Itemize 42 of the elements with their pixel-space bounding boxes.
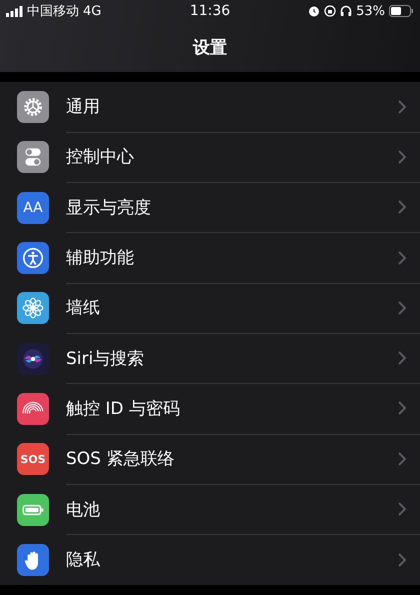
- settings-row[interactable]: 触控 ID 与密码: [0, 384, 420, 434]
- settings-row[interactable]: 墙纸: [0, 283, 420, 334]
- row-label: 显示与亮度: [66, 196, 152, 219]
- app-icon: SOS: [17, 443, 49, 476]
- row-label: Siri与搜索: [66, 348, 146, 370]
- chevron-icon: [398, 300, 406, 315]
- row-label: 电池: [66, 498, 101, 521]
- chevron-icon: [398, 552, 406, 567]
- screen-title: 设置: [193, 36, 227, 58]
- headphones-icon: [340, 5, 352, 17]
- rotation-lock-icon: [324, 5, 336, 17]
- chevron-icon: [398, 401, 406, 416]
- chevron-icon: [398, 502, 406, 516]
- network-type: 4G: [83, 4, 102, 18]
- carrier-name: 中国移动: [27, 3, 79, 20]
- settings-row[interactable]: 通用: [0, 82, 420, 132]
- signal-icon: [6, 6, 23, 16]
- settings-row[interactable]: SOS SOS 紧急联络: [0, 434, 420, 484]
- status-time: 11:36: [190, 3, 230, 19]
- chevron-icon: [398, 351, 406, 366]
- chevron-icon: [398, 452, 406, 466]
- row-label: 控制中心: [66, 146, 135, 168]
- chevron-icon: [398, 250, 406, 265]
- alarm-icon: [308, 5, 320, 17]
- row-label: 墙纸: [66, 297, 101, 320]
- chevron-icon: [398, 100, 406, 114]
- settings-row[interactable]: 辅助功能: [0, 232, 420, 284]
- row-label: 辅助功能: [66, 247, 135, 270]
- settings-row[interactable]: AA 显示与亮度: [0, 182, 420, 233]
- app-icon: AA: [17, 192, 49, 224]
- row-label: SOS 紧急联络: [66, 448, 176, 470]
- row-label: 隐私: [66, 549, 101, 572]
- settings-row[interactable]: Siri与搜索: [0, 333, 420, 384]
- settings-row[interactable]: 电池: [0, 484, 420, 535]
- row-label: 触控 ID 与密码: [66, 398, 181, 420]
- chevron-icon: [398, 200, 406, 214]
- chevron-icon: [398, 150, 406, 164]
- settings-row[interactable]: 控制中心: [0, 132, 420, 183]
- battery-icon: [389, 5, 414, 17]
- row-label: 通用: [66, 96, 101, 118]
- battery-percent: 53%: [356, 4, 386, 18]
- settings-row[interactable]: 隐私: [0, 534, 420, 585]
